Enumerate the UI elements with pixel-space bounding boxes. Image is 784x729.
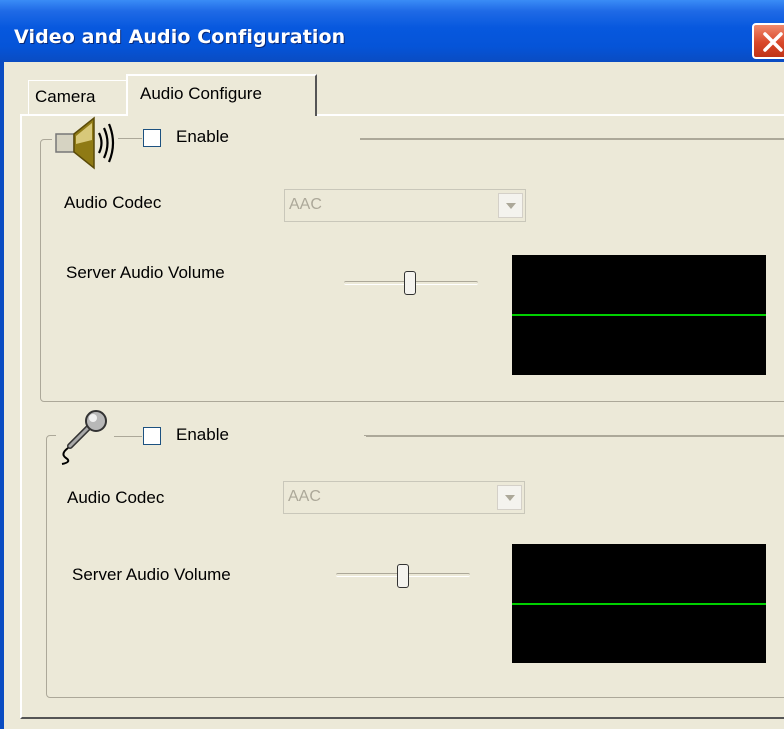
chevron-down-icon — [505, 495, 515, 501]
speaker-volume-meter — [512, 255, 766, 375]
divider — [114, 436, 142, 437]
speaker-codec-select[interactable]: AAC — [284, 189, 526, 222]
speaker-enable-checkbox[interactable] — [143, 129, 161, 147]
speaker-volume-label: Server Audio Volume — [66, 263, 225, 282]
microphone-codec-label: Audio Codec — [67, 488, 165, 507]
microphone-codec-value: AAC — [288, 488, 321, 505]
title-bar[interactable]: Video and Audio Configuration — [0, 0, 784, 62]
microphone-enable-checkbox[interactable] — [143, 427, 161, 445]
divider — [360, 138, 784, 139]
divider — [366, 436, 784, 437]
microphone-icon — [61, 410, 107, 465]
dialog-window: Video and Audio Configuration Camera Aud… — [0, 0, 784, 729]
tab-audio-configure-label: Audio Configure — [140, 84, 262, 103]
tab-audio-configure[interactable]: Audio Configure — [126, 74, 317, 116]
speaker-meter-trace — [512, 314, 766, 316]
speaker-volume-slider-thumb[interactable] — [404, 271, 416, 295]
tab-camera-label: Camera — [35, 87, 96, 106]
speaker-codec-value: AAC — [289, 196, 322, 213]
close-icon — [763, 32, 783, 52]
speaker-icon — [55, 116, 115, 170]
chevron-down-icon — [506, 203, 516, 209]
speaker-codec-dropdown-button[interactable] — [498, 193, 523, 218]
microphone-meter-trace — [512, 603, 766, 605]
microphone-codec-select[interactable]: AAC — [283, 481, 525, 514]
close-button[interactable] — [752, 23, 784, 59]
microphone-volume-slider-thumb[interactable] — [397, 564, 409, 588]
microphone-volume-label: Server Audio Volume — [72, 565, 231, 584]
tab-camera[interactable]: Camera — [28, 80, 126, 114]
window-title: Video and Audio Configuration — [14, 26, 346, 48]
speaker-enable-label: Enable — [176, 127, 229, 146]
microphone-volume-meter — [512, 544, 766, 663]
speaker-codec-label: Audio Codec — [64, 193, 162, 212]
microphone-enable-label: Enable — [176, 425, 229, 444]
window-border — [0, 62, 4, 729]
microphone-codec-dropdown-button[interactable] — [497, 485, 522, 510]
divider — [118, 138, 142, 139]
